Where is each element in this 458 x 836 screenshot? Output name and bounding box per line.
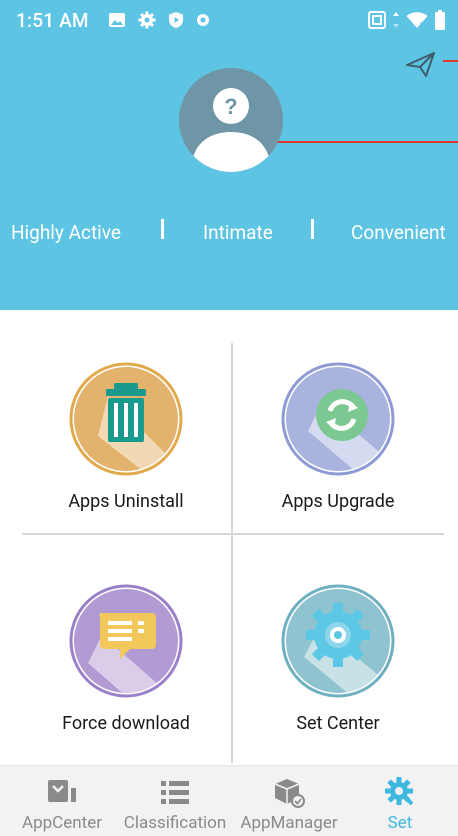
trash-icon bbox=[68, 361, 184, 477]
profile-header: 1:51 AM 5 ? Highly Active Intimate Conve… bbox=[0, 0, 458, 310]
nav-label-set: Set bbox=[387, 813, 413, 833]
wifi-icon: 5 bbox=[406, 11, 428, 29]
tag-intimate: Intimate bbox=[203, 221, 273, 244]
nav-label-appmanager: AppManager bbox=[240, 813, 338, 833]
svg-text:?: ? bbox=[224, 94, 237, 119]
package-manager-icon bbox=[273, 776, 305, 808]
list-icon bbox=[159, 776, 191, 808]
tag-separator bbox=[161, 219, 164, 239]
tag-separator bbox=[311, 219, 314, 239]
image-icon bbox=[108, 12, 126, 28]
settings-gear-icon bbox=[384, 776, 416, 808]
nav-label-classification: Classification bbox=[123, 813, 227, 833]
nav-item-set[interactable]: Set bbox=[360, 766, 440, 836]
refresh-icon bbox=[280, 361, 396, 477]
avatar[interactable]: ? bbox=[179, 68, 283, 172]
red-indicator-line bbox=[443, 60, 458, 62]
svg-text:5: 5 bbox=[420, 22, 424, 29]
app-center-icon bbox=[46, 776, 78, 808]
apps-upgrade-tile[interactable]: Apps Upgrade bbox=[228, 343, 448, 533]
nav-label-appcenter: AppCenter bbox=[22, 813, 102, 833]
nav-item-classification[interactable]: Classification bbox=[116, 766, 234, 836]
grid-divider-horizontal bbox=[22, 533, 444, 535]
status-bar: 1:51 AM 5 bbox=[0, 0, 458, 40]
signal-arrows-icon bbox=[392, 11, 400, 29]
feature-grid: Apps Uninstall Apps Upgrade Force downlo… bbox=[0, 343, 458, 763]
force-download-tile[interactable]: Force download bbox=[16, 565, 236, 755]
red-indicator-line bbox=[277, 141, 458, 143]
apps-uninstall-label: Apps Uninstall bbox=[68, 491, 184, 512]
apps-uninstall-tile[interactable]: Apps Uninstall bbox=[16, 343, 236, 533]
gear-settings-icon bbox=[280, 583, 396, 699]
nav-item-appcenter[interactable]: AppCenter bbox=[10, 766, 114, 836]
set-center-tile[interactable]: Set Center bbox=[228, 565, 448, 755]
user-unknown-avatar-icon: ? bbox=[179, 68, 283, 172]
profile-tags: Highly Active Intimate Convenient bbox=[0, 215, 458, 255]
force-download-label: Force download bbox=[62, 713, 190, 734]
record-icon bbox=[196, 13, 210, 27]
chat-download-icon bbox=[68, 583, 184, 699]
send-button[interactable] bbox=[404, 48, 438, 80]
paper-plane-icon bbox=[406, 52, 435, 77]
nav-item-appmanager[interactable]: AppManager bbox=[234, 766, 344, 836]
shield-play-icon bbox=[168, 11, 184, 29]
battery-icon bbox=[434, 10, 446, 30]
status-time: 1:51 AM bbox=[16, 9, 89, 32]
bottom-navigation: AppCenter Classification AppManager Set bbox=[0, 765, 458, 836]
tag-convenient: Convenient bbox=[351, 221, 446, 244]
apps-upgrade-label: Apps Upgrade bbox=[281, 491, 395, 512]
tag-highly-active: Highly Active bbox=[11, 221, 121, 244]
gear-icon bbox=[138, 11, 156, 29]
set-center-label: Set Center bbox=[296, 713, 380, 734]
nfc-icon bbox=[368, 11, 386, 29]
